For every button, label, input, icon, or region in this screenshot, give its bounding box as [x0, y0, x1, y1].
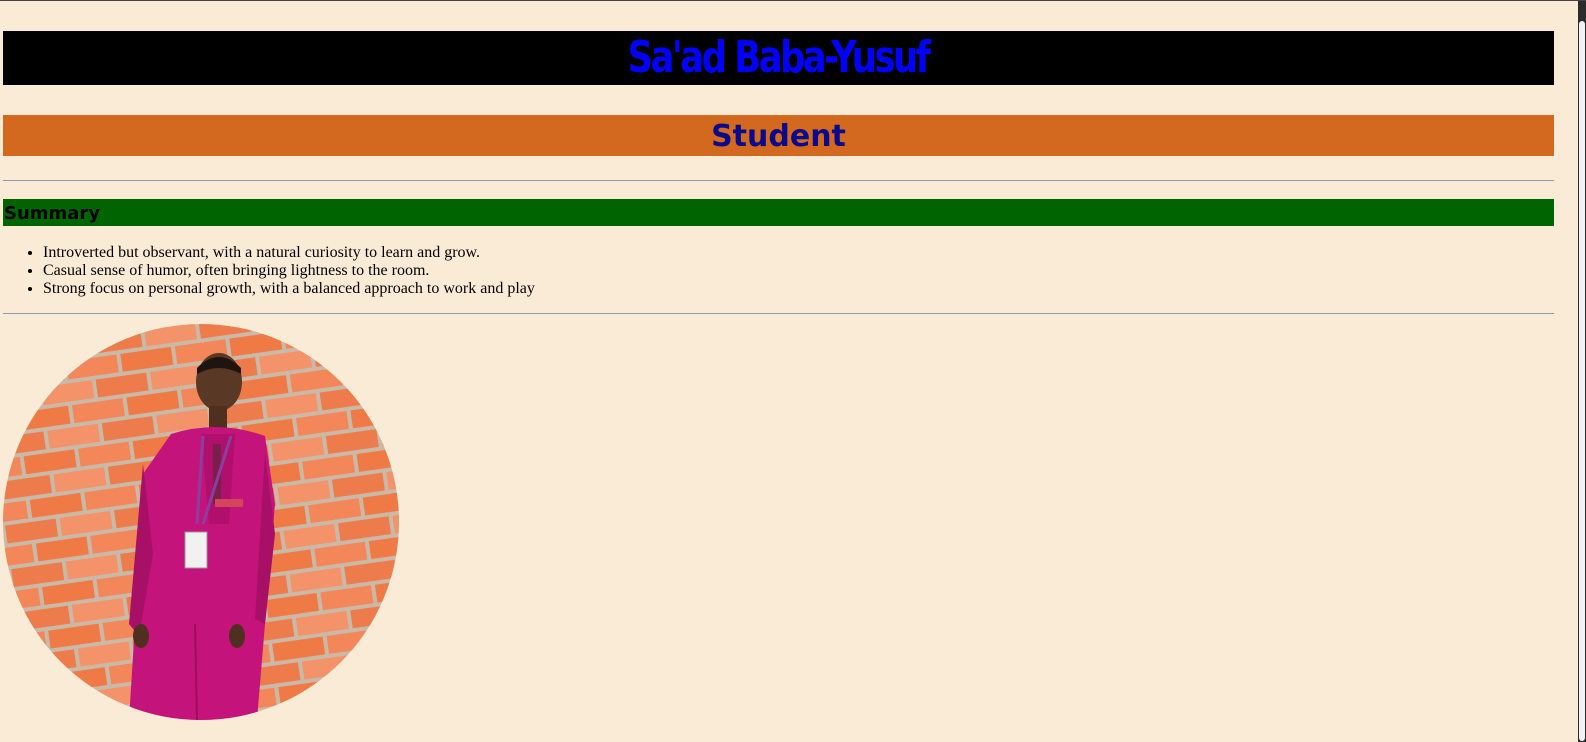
divider [3, 180, 1554, 182]
divider [3, 313, 1554, 315]
scrollbar[interactable] [1578, 1, 1586, 742]
profile-photo [3, 324, 399, 720]
person-role: Student [711, 119, 846, 154]
name-banner: Sa'ad Baba-Yusuf [3, 31, 1554, 85]
summary-list: Introverted but observant, with a natura… [3, 244, 535, 298]
summary-item: Casual sense of humor, often bringing li… [43, 262, 535, 280]
summary-item: Strong focus on personal growth, with a … [43, 280, 535, 298]
role-banner: Student [3, 115, 1554, 156]
profile-photo-image [3, 324, 399, 720]
scrollbar-thumb[interactable] [1579, 21, 1585, 741]
summary-banner: Summary [3, 199, 1554, 226]
summary-heading: Summary [4, 203, 101, 224]
summary-item: Introverted but observant, with a natura… [43, 244, 535, 262]
person-name: Sa'ad Baba-Yusuf [628, 32, 931, 83]
